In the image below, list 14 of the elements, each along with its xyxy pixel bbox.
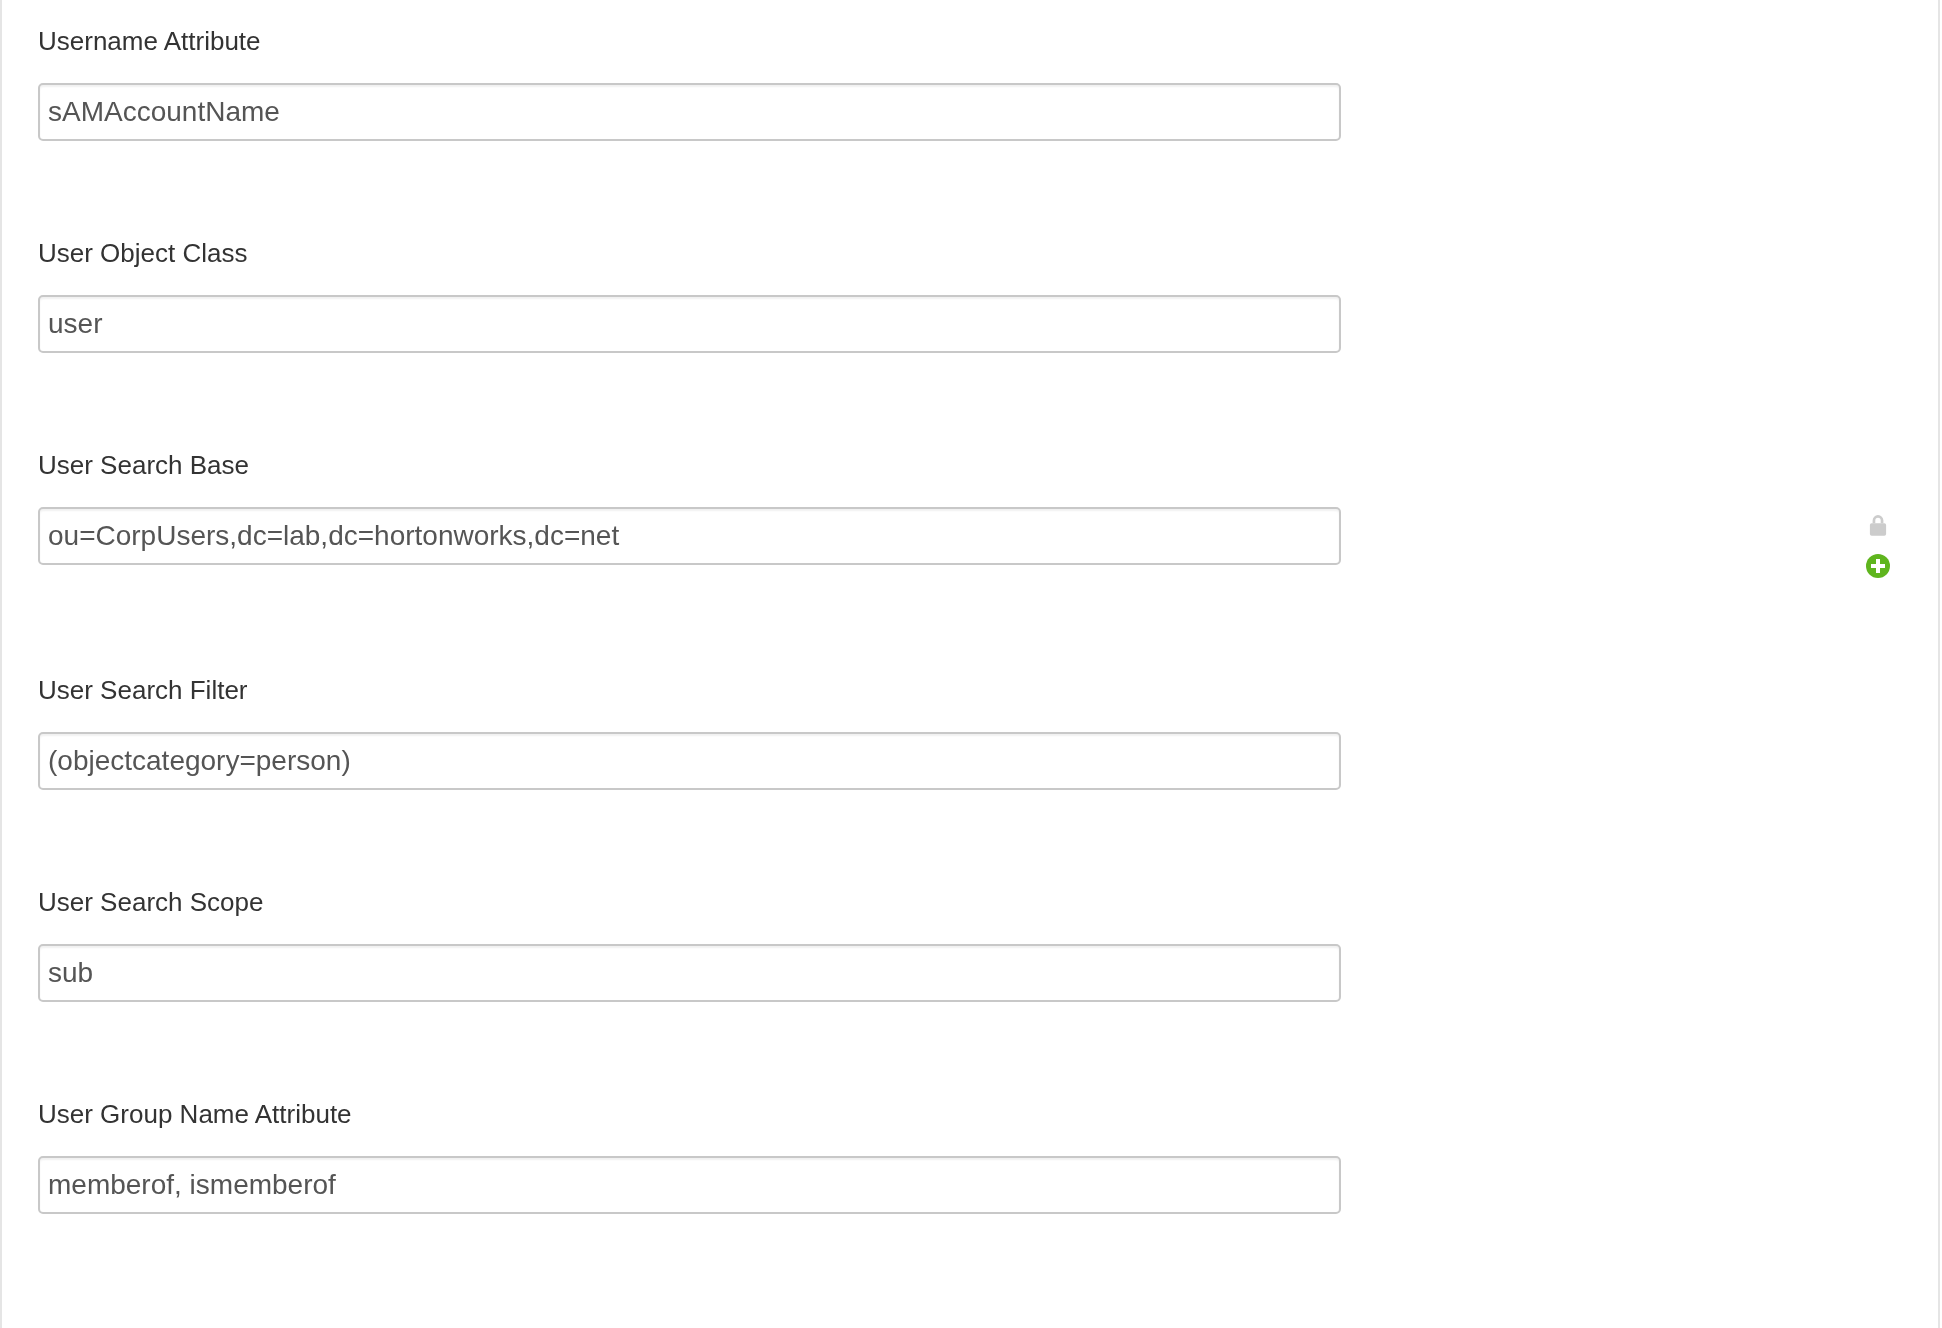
text-input[interactable]: memberof, ismemberof xyxy=(38,1156,1341,1214)
field-label: User Search Scope xyxy=(38,886,264,918)
field-label: User Group Name Attribute xyxy=(38,1098,352,1130)
text-input[interactable]: sub xyxy=(38,944,1341,1002)
text-input[interactable]: sAMAccountName xyxy=(38,83,1341,141)
field-label: User Object Class xyxy=(38,237,248,269)
add-circle-icon[interactable] xyxy=(1866,554,1890,578)
field-label: User Search Base xyxy=(38,449,249,481)
text-input[interactable]: user xyxy=(38,295,1341,353)
text-input[interactable]: ou=CorpUsers,dc=lab,dc=hortonworks,dc=net xyxy=(38,507,1341,565)
text-input[interactable]: (objectcategory=person) xyxy=(38,732,1341,790)
field-label: User Search Filter xyxy=(38,674,248,706)
lock-icon[interactable] xyxy=(1869,514,1887,536)
field-label: Username Attribute xyxy=(38,25,261,57)
